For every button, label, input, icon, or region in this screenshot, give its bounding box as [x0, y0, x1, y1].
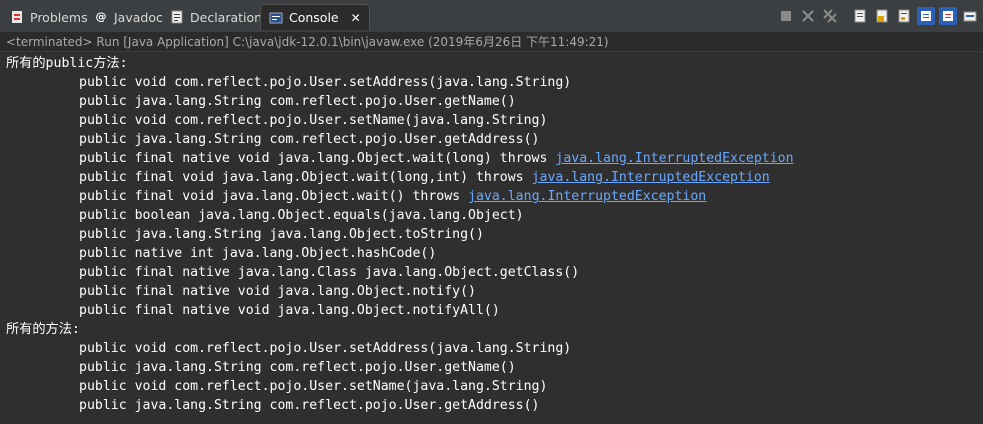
view-tab-bar: Problems @ Javadoc Declaration Console ✕: [0, 0, 983, 33]
terminate-button[interactable]: [777, 7, 795, 25]
console-line: public java.lang.String java.lang.Object…: [0, 225, 983, 244]
console-line: public java.lang.String com.reflect.pojo…: [0, 358, 983, 377]
console-icon: [269, 11, 283, 25]
tab-problems[interactable]: Problems: [2, 4, 96, 30]
remove-icon: [802, 10, 814, 22]
tab-label: Javadoc: [114, 9, 163, 25]
scroll-lock-button[interactable]: [873, 7, 891, 25]
console-toolbar: [777, 6, 983, 26]
launch-status: <terminated> Run [Java Application] C:\j…: [0, 32, 983, 52]
console-line-text: public java.lang.String java.lang.Object…: [79, 227, 484, 242]
problems-icon: [10, 10, 24, 24]
scroll-lock-icon: [876, 9, 888, 23]
console-line: public final void java.lang.Object.wait(…: [0, 168, 983, 187]
exception-link[interactable]: java.lang.InterruptedException: [532, 170, 770, 185]
console-line: public boolean java.lang.Object.equals(j…: [0, 206, 983, 225]
console-output[interactable]: 所有的public方法: public void com.reflect.poj…: [0, 54, 983, 424]
word-wrap-button[interactable]: [895, 7, 913, 25]
remove-all-icon: [823, 9, 837, 23]
tab-declaration[interactable]: Declaration: [162, 4, 270, 30]
clear-console-icon: [854, 9, 866, 23]
console-line: public native int java.lang.Object.hashC…: [0, 244, 983, 263]
exception-link[interactable]: java.lang.InterruptedException: [468, 189, 706, 204]
tab-javadoc[interactable]: @ Javadoc: [86, 4, 171, 30]
console-line-text: public void com.reflect.pojo.User.setNam…: [79, 113, 548, 128]
console-line: public final native void java.lang.Objec…: [0, 301, 983, 320]
console-line-text: public void com.reflect.pojo.User.setAdd…: [79, 75, 572, 90]
console-line-text: public java.lang.String com.reflect.pojo…: [79, 398, 540, 413]
console-line-text: public native int java.lang.Object.hashC…: [79, 246, 437, 261]
console-line-text: public final native void java.lang.Objec…: [79, 284, 476, 299]
console-line: public java.lang.String com.reflect.pojo…: [0, 130, 983, 149]
console-line: public final native void java.lang.Objec…: [0, 282, 983, 301]
show-console-stdout-button[interactable]: [917, 7, 935, 25]
console-line-text: public boolean java.lang.Object.equals(j…: [79, 208, 524, 223]
console-line-text: public java.lang.String com.reflect.pojo…: [79, 360, 516, 375]
console-line: public final void java.lang.Object.wait(…: [0, 187, 983, 206]
tab-label: Console: [289, 10, 339, 25]
console-line-text: public final void java.lang.Object.wait(…: [79, 189, 469, 204]
show-console-stderr-button[interactable]: [939, 7, 957, 25]
toolbar-separator: [843, 7, 847, 25]
console-header-all: 所有的方法:: [6, 322, 80, 337]
console-line: public final native java.lang.Class java…: [0, 263, 983, 282]
console-line: public void com.reflect.pojo.User.setAdd…: [0, 73, 983, 92]
console-line: public void com.reflect.pojo.User.setAdd…: [0, 339, 983, 358]
remove-launch-button[interactable]: [799, 7, 817, 25]
tab-label: Declaration: [190, 9, 263, 25]
console-line-text: public final native void java.lang.Objec…: [79, 151, 556, 166]
console-line: public java.lang.String com.reflect.pojo…: [0, 396, 983, 415]
declaration-icon: [170, 10, 184, 24]
console-line: public void com.reflect.pojo.User.setNam…: [0, 377, 983, 396]
console-line-text: public final native void java.lang.Objec…: [79, 303, 500, 318]
tab-console[interactable]: Console ✕: [260, 4, 370, 30]
tab-label: Problems: [30, 9, 88, 25]
open-console-icon: [963, 11, 977, 22]
remove-all-terminated-button[interactable]: [821, 7, 839, 25]
console-line-text: public final void java.lang.Object.wait(…: [79, 170, 532, 185]
console-line-text: public final native java.lang.Class java…: [79, 265, 580, 280]
all-methods-list: public void com.reflect.pojo.User.setAdd…: [0, 339, 983, 415]
public-methods-list: public void com.reflect.pojo.User.setAdd…: [0, 73, 983, 320]
javadoc-icon: @: [95, 10, 107, 23]
console-line-text: public void com.reflect.pojo.User.setNam…: [79, 379, 548, 394]
open-console-button[interactable]: [961, 7, 979, 25]
stop-icon: [781, 11, 791, 21]
stderr-icon: [943, 11, 953, 21]
console-line: public void com.reflect.pojo.User.setNam…: [0, 111, 983, 130]
console-line: public final native void java.lang.Objec…: [0, 149, 983, 168]
console-line-text: public void com.reflect.pojo.User.setAdd…: [79, 341, 572, 356]
console-header-public: 所有的public方法:: [6, 56, 128, 71]
word-wrap-icon: [898, 9, 910, 23]
exception-link[interactable]: java.lang.InterruptedException: [555, 151, 793, 166]
console-line-text: public java.lang.String com.reflect.pojo…: [79, 132, 540, 147]
stdout-icon: [921, 11, 931, 21]
clear-console-button[interactable]: [851, 7, 869, 25]
console-line-text: public java.lang.String com.reflect.pojo…: [79, 94, 516, 109]
close-icon[interactable]: ✕: [351, 11, 361, 25]
console-line: public java.lang.String com.reflect.pojo…: [0, 92, 983, 111]
